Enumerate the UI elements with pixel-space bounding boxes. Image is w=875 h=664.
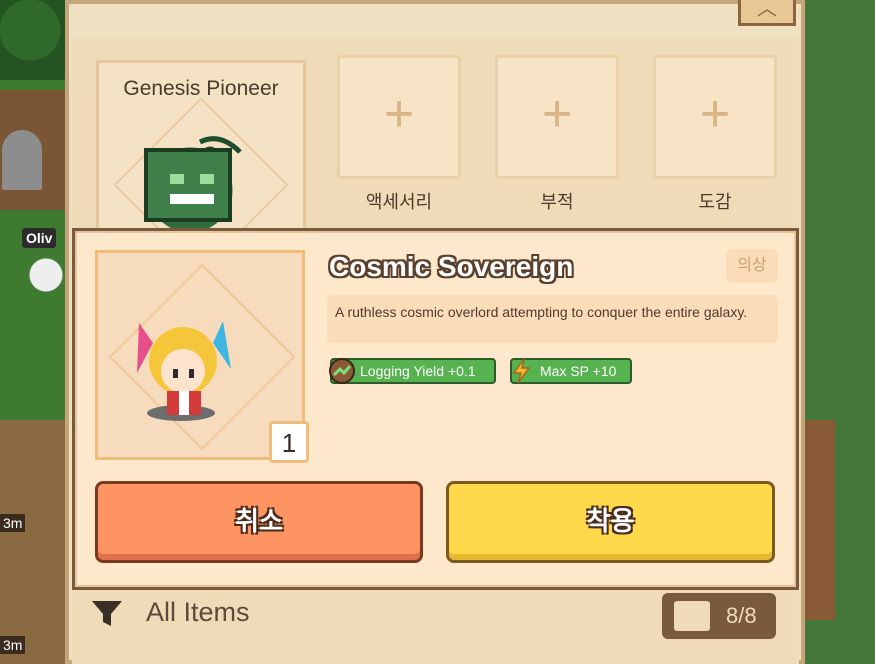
equip-button[interactable]: 착용: [446, 481, 775, 563]
chevron-up-icon: ︿: [757, 0, 777, 20]
collapse-tab[interactable]: ︿: [738, 0, 796, 26]
item-category-badge: 의상: [726, 249, 778, 283]
slot-accessory[interactable]: +: [337, 55, 461, 179]
stat-label: Max SP +10: [540, 363, 617, 379]
cancel-button[interactable]: 취소: [95, 481, 423, 563]
character-avatar: [140, 130, 250, 230]
npc-character[interactable]: [24, 255, 70, 323]
stat-label: Logging Yield +0.1: [360, 363, 476, 379]
item-name: Cosmic Sovereign: [329, 251, 574, 282]
slot-charm[interactable]: +: [495, 55, 619, 179]
oven: [2, 130, 42, 190]
storage-box-icon: [674, 601, 710, 631]
plus-icon: +: [699, 85, 731, 143]
stat-badge-max-sp: Max SP +10: [510, 358, 632, 384]
bakery-house: [0, 90, 70, 210]
item-costume-image: [121, 313, 241, 423]
inventory-count-value: 8/8: [726, 603, 757, 628]
slot-charm-label: 부적: [540, 192, 574, 212]
tree: [0, 0, 70, 80]
item-quantity: 1: [269, 421, 309, 463]
growth-arrow-icon: [328, 357, 356, 385]
plus-icon: +: [383, 85, 415, 143]
right-house: [805, 420, 835, 620]
lightning-icon: [508, 357, 536, 385]
item-description: A ruthless cosmic overlord attempting to…: [327, 295, 778, 343]
npc-name-tag: Oliv: [22, 228, 57, 248]
filter-label[interactable]: All Items: [146, 597, 250, 628]
crop-timer: 3m: [0, 636, 26, 654]
stat-badge-logging-yield: Logging Yield +0.1: [328, 357, 496, 385]
slot-collection[interactable]: +: [653, 55, 777, 179]
plus-icon: +: [541, 85, 573, 143]
filter-icon[interactable]: [90, 597, 124, 631]
inventory-count: 8/8: [662, 593, 776, 639]
farm-field: [0, 420, 70, 664]
slot-accessory-label: 액세서리: [365, 192, 433, 212]
slot-collection-label: 도감: [698, 192, 732, 212]
crop-timer: 3m: [0, 514, 26, 532]
